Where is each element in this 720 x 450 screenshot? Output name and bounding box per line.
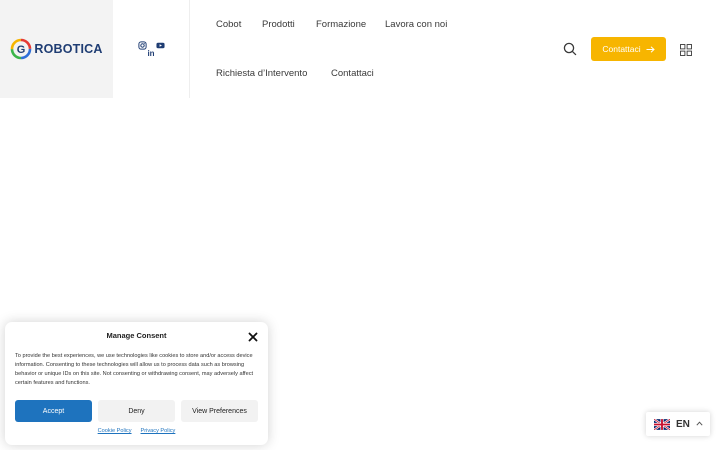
language-switcher[interactable]: EN: [646, 412, 710, 436]
linkedin-icon[interactable]: in: [146, 48, 156, 58]
contact-cta-label: Contattaci: [602, 44, 641, 54]
nav-item-cobot[interactable]: Cobot: [216, 19, 241, 30]
consent-message: To provide the best experiences, we use …: [15, 353, 254, 386]
consent-links: Cookie Policy Privacy Policy: [5, 428, 268, 434]
view-preferences-button[interactable]: View Preferences: [181, 400, 258, 422]
consent-title: Manage Consent: [106, 331, 167, 340]
search-icon[interactable]: [562, 41, 578, 57]
nav-item-richiesta-intervento[interactable]: Richiesta d’Intervento: [216, 68, 307, 79]
nav-item-formazione[interactable]: Formazione: [316, 19, 366, 30]
logo-text: ROBOTICA: [34, 42, 103, 56]
grid-menu-icon[interactable]: [680, 43, 692, 56]
nav-item-prodotti[interactable]: Prodotti: [262, 19, 295, 30]
deny-button[interactable]: Deny: [98, 400, 175, 422]
chevron-up-icon: [696, 421, 703, 426]
logo-area[interactable]: G ROBOTICA: [0, 0, 113, 98]
site-header: G ROBOTICA in Cobot Prodotti Formazione …: [0, 0, 720, 98]
nav-item-lavora-con-noi[interactable]: Lavora con noi: [385, 19, 447, 30]
cookie-policy-link[interactable]: Cookie Policy: [98, 428, 132, 434]
uk-flag-icon: [654, 418, 670, 430]
close-icon[interactable]: [247, 330, 259, 342]
language-code: EN: [676, 418, 690, 430]
site-logo[interactable]: G ROBOTICA: [10, 38, 102, 60]
youtube-icon[interactable]: [155, 40, 165, 50]
logo-mark-icon: G: [11, 38, 32, 60]
accept-button[interactable]: Accept: [15, 400, 92, 422]
privacy-policy-link[interactable]: Privacy Policy: [141, 428, 176, 434]
contact-cta-button[interactable]: Contattaci: [591, 37, 666, 61]
cookie-consent-dialog: Manage Consent To provide the best exper…: [5, 322, 268, 445]
svg-text:G: G: [17, 44, 26, 56]
arrow-right-icon: [646, 45, 655, 53]
nav-item-contattaci[interactable]: Contattaci: [331, 68, 374, 79]
